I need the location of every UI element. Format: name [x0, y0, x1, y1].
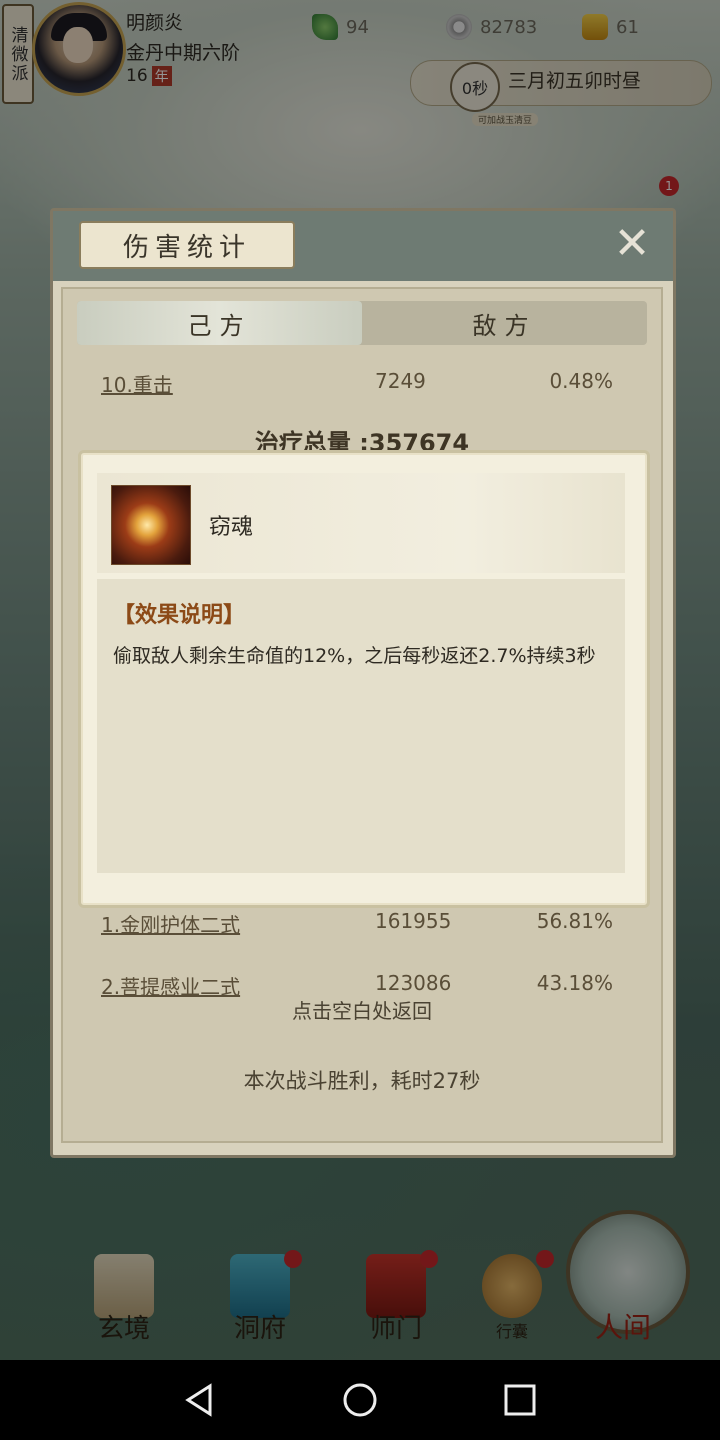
skill-pct: 43.18% [536, 971, 613, 995]
recents-icon[interactable] [500, 1380, 540, 1420]
skill-value: 7249 [375, 369, 426, 393]
skill-pct: 56.81% [536, 909, 613, 933]
effect-title: 【效果说明】 [113, 603, 246, 628]
battle-result: 本次战斗胜利，耗时27秒 [243, 1069, 481, 1093]
back-icon[interactable] [180, 1380, 220, 1420]
panel-title: 伤害统计 [79, 221, 295, 269]
effect-text: 偷取敌人剩余生命值的12%，之后每秒返还2.7%持续3秒 [113, 645, 596, 667]
game-screen: 清微派 明颜炎 金丹中期六阶 16 年 94 82783 61 0秒 三月初五卯时… [0, 0, 720, 1360]
home-icon[interactable] [340, 1380, 380, 1420]
panel-header: 伤害统计 ✕ [53, 211, 673, 281]
skill-title: 窃魂 [209, 515, 254, 540]
skill-pct: 0.48% [549, 369, 613, 393]
close-icon[interactable]: ✕ [609, 221, 655, 267]
skill-effect-popup: 窃魂 【效果说明】 偷取敌人剩余生命值的12%，之后每秒返还2.7%持续3秒 [78, 450, 650, 908]
tab-enemy-side[interactable]: 敌方 [362, 301, 647, 345]
skill-value: 161955 [375, 909, 452, 933]
skill-name: 10.重击 [101, 373, 173, 397]
skill-value: 123086 [375, 971, 452, 995]
skill-name: 1.金刚护体二式 [101, 913, 241, 937]
effect-description: 【效果说明】 偷取敌人剩余生命值的12%，之后每秒返还2.7%持续3秒 [97, 579, 625, 873]
tab-own-side[interactable]: 己方 [77, 301, 362, 345]
popup-header: 窃魂 [97, 473, 625, 573]
android-nav-bar [0, 1360, 720, 1440]
side-tabs: 己方 敌方 [77, 301, 647, 345]
table-row[interactable]: 10.重击 7249 0.48% [83, 359, 643, 407]
back-hint[interactable]: 点击空白处返回 [63, 995, 661, 1024]
soul-steal-icon [111, 485, 191, 565]
